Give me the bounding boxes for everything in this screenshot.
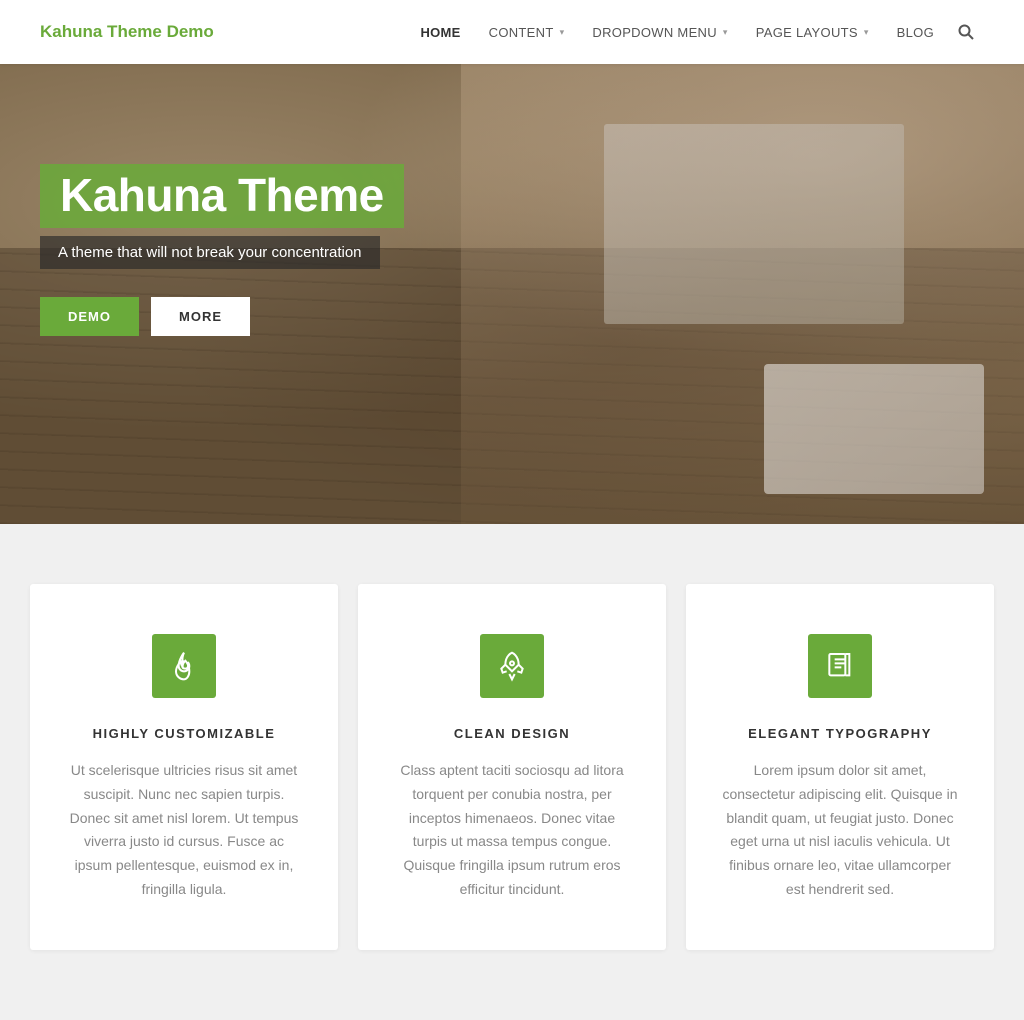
chevron-down-icon: ▾ [723, 27, 728, 38]
card-customizable: HIGHLY CUSTOMIZABLE Ut scelerisque ultri… [30, 584, 338, 950]
demo-button[interactable]: DEMO [40, 297, 139, 336]
nav-item-dropdown-menu[interactable]: DROPDOWN MENU ▾ [578, 0, 741, 64]
hero-subtitle: A theme that will not break your concent… [58, 244, 362, 261]
more-button[interactable]: MORE [151, 297, 250, 336]
chevron-down-icon: ▾ [560, 27, 565, 38]
card-icon-typography [808, 634, 872, 698]
hero-laptop-shape [604, 124, 904, 324]
card-title-clean-design: CLEAN DESIGN [394, 726, 630, 741]
features-section: HIGHLY CUSTOMIZABLE Ut scelerisque ultri… [0, 524, 1024, 1020]
main-nav: HOME CONTENT ▾ DROPDOWN MENU ▾ PAGE LAYO… [406, 0, 984, 64]
site-header: Kahuna Theme Demo HOME CONTENT ▾ DROPDOW… [0, 0, 1024, 64]
nav-item-content[interactable]: CONTENT ▾ [475, 0, 579, 64]
hero-buttons: DEMO MORE [40, 297, 404, 336]
card-icon-rocket [480, 634, 544, 698]
nav-item-blog[interactable]: BLOG [883, 0, 948, 64]
hero-title-background: Kahuna Theme [40, 164, 404, 228]
cards-grid: HIGHLY CUSTOMIZABLE Ut scelerisque ultri… [30, 584, 994, 950]
hero-content: Kahuna Theme A theme that will not break… [40, 164, 404, 336]
hero-tablet-shape [764, 364, 984, 494]
card-text-customizable: Ut scelerisque ultricies risus sit amet … [66, 759, 302, 902]
card-title-customizable: HIGHLY CUSTOMIZABLE [66, 726, 302, 741]
search-button[interactable] [948, 0, 984, 64]
nav-item-page-layouts[interactable]: PAGE LAYOUTS ▾ [742, 0, 883, 64]
nav-item-home[interactable]: HOME [406, 0, 474, 64]
card-typography: ELEGANT TYPOGRAPHY Lorem ipsum dolor sit… [686, 584, 994, 950]
site-title: Kahuna Theme Demo [40, 22, 214, 42]
hero-section: Kahuna Theme A theme that will not break… [0, 64, 1024, 524]
card-icon-flame [152, 634, 216, 698]
card-title-typography: ELEGANT TYPOGRAPHY [722, 726, 958, 741]
card-text-typography: Lorem ipsum dolor sit amet, consectetur … [722, 759, 958, 902]
hero-subtitle-background: A theme that will not break your concent… [40, 236, 380, 269]
hero-title: Kahuna Theme [60, 172, 384, 218]
flame-icon [168, 650, 200, 682]
chevron-down-icon: ▾ [864, 27, 869, 38]
rocket-icon [496, 650, 528, 682]
card-clean-design: CLEAN DESIGN Class aptent taciti sociosq… [358, 584, 666, 950]
typography-icon [824, 650, 856, 682]
card-text-clean-design: Class aptent taciti sociosqu ad litora t… [394, 759, 630, 902]
